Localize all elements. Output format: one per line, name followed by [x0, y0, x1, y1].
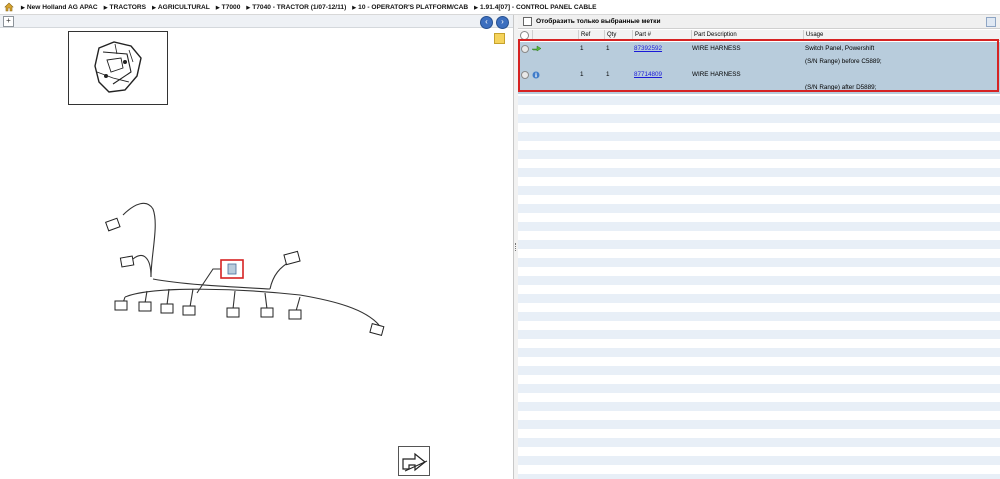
column-header-usage[interactable]: Usage	[803, 30, 1000, 40]
table-row[interactable]: 1 1 87714809 WIRE HARNESS	[518, 68, 1000, 81]
parts-list-pane: Отобразить только выбранные метки Ref Qt…	[518, 15, 1000, 479]
row-qty: 1	[606, 71, 610, 78]
show-selected-checkbox[interactable]	[523, 17, 532, 26]
row-part-link[interactable]: 87714809	[634, 68, 662, 81]
arrow-right-icon[interactable]: ›	[496, 16, 509, 29]
row-description: WIRE HARNESS	[692, 45, 741, 52]
row-select-icon[interactable]	[521, 71, 529, 79]
row-ref: 1	[580, 45, 584, 52]
export-arrow-icon[interactable]	[398, 446, 430, 476]
empty-grid-area	[518, 96, 1000, 479]
breadcrumb: ▶ New Holland AG APAC ▶ TRACTORS ▶ AGRICULT…	[0, 0, 1000, 15]
breadcrumb-item-tractors[interactable]: ▶ TRACTORS	[104, 4, 146, 11]
green-arrow-icon	[531, 45, 542, 52]
row-ref: 1	[580, 71, 584, 78]
row-usage: Switch Panel, Powershift	[805, 45, 875, 52]
wire-harness-diagram	[105, 202, 385, 336]
breadcrumb-item-agricultural[interactable]: ▶ AGRICULTURAL	[152, 4, 210, 11]
illustration-pane: + ‹ ›	[0, 15, 514, 479]
row-qty: 1	[606, 45, 610, 52]
table-row-detail: (S/N Range) before C5889;	[518, 55, 1000, 68]
illustration-toolbar: + ‹ ›	[0, 15, 513, 29]
column-header-part-number[interactable]: Part #	[632, 30, 691, 40]
row-part-link[interactable]: 87392592	[634, 42, 662, 55]
breadcrumb-item-section[interactable]: ▶ 10 - OPERATOR'S PLATFORM/CAB	[352, 4, 468, 11]
column-header-part-description[interactable]: Part Description	[691, 30, 803, 40]
overview-thumbnail[interactable]	[68, 31, 168, 105]
row-usage-note: (S/N Range) before C5889;	[805, 58, 882, 65]
show-selected-label[interactable]: Отобразить только выбранные метки	[536, 18, 661, 25]
table-row-detail: (S/N Range) after D5889;	[518, 81, 1000, 94]
arrow-left-icon[interactable]: ‹	[480, 16, 493, 29]
filter-bar: Отобразить только выбранные метки	[518, 15, 1000, 29]
grid-settings-icon[interactable]	[520, 31, 529, 40]
table-row[interactable]: 1 1 87392592 WIRE HARNESS Switch Panel, …	[518, 42, 1000, 55]
breadcrumb-item-series[interactable]: ▶ T7000	[216, 4, 241, 11]
row-usage-note: (S/N Range) after D5889;	[805, 84, 877, 91]
breadcrumb-item-brand[interactable]: ▶ New Holland AG APAC	[21, 4, 98, 11]
breadcrumb-item-model[interactable]: ▶ T7040 - TRACTOR (1/07-12/11)	[246, 4, 346, 11]
column-header-icon	[532, 30, 578, 40]
blue-info-icon	[532, 71, 540, 79]
row-select-icon[interactable]	[521, 45, 529, 53]
callout-ref-marker[interactable]	[227, 263, 237, 275]
home-icon[interactable]	[3, 1, 15, 13]
note-icon[interactable]	[494, 33, 505, 44]
columns-icon[interactable]	[986, 17, 996, 27]
grid-header: Ref Qty Part # Part Description Usage	[518, 30, 1000, 41]
column-header-ref[interactable]: Ref	[578, 30, 604, 40]
row-description: WIRE HARNESS	[692, 71, 741, 78]
column-header-qty[interactable]: Qty	[604, 30, 632, 40]
breadcrumb-item-page: ▶ 1.91.4[07] - CONTROL PANEL CABLE	[474, 3, 597, 11]
expand-icon[interactable]: +	[3, 16, 14, 27]
